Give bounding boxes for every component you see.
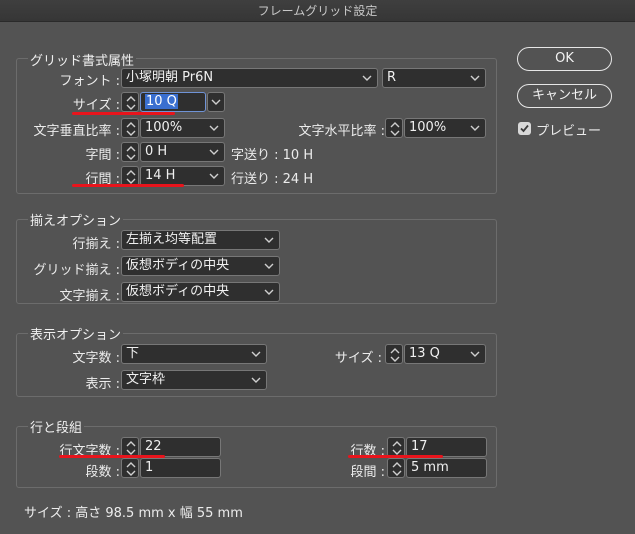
align-options-title: 揃えオプション xyxy=(28,210,124,229)
chars-per-line-stepper[interactable] xyxy=(121,437,139,457)
size-dropdown[interactable] xyxy=(207,92,225,112)
window-title: フレームグリッド設定 xyxy=(0,0,635,22)
hscale-select[interactable]: 100% xyxy=(404,118,486,138)
char-pitch-text: 字送り : 10 H xyxy=(231,148,314,163)
chevron-down-icon xyxy=(470,350,480,358)
hscale-value: 100% xyxy=(409,120,447,135)
line-gap-stepper[interactable] xyxy=(121,166,139,186)
char-gap-stepper[interactable] xyxy=(121,142,139,162)
gutter-input[interactable]: 5 mm xyxy=(406,458,487,478)
char-align-value: 仮想ボディの中央 xyxy=(126,284,230,299)
char-gap-value: 0 H xyxy=(145,144,168,159)
line-align-label: 行揃え : xyxy=(72,237,120,252)
preview-checkbox[interactable] xyxy=(518,122,531,135)
hscale-label: 文字水平比率 : xyxy=(298,124,385,139)
font-value: 小塚明朝 Pr6N xyxy=(126,70,214,85)
vscale-value: 100% xyxy=(145,120,183,135)
vscale-select[interactable]: 100% xyxy=(140,118,225,138)
stepper-arrows-icon xyxy=(125,95,137,111)
size-stepper[interactable] xyxy=(121,92,139,112)
chars-per-line-input[interactable]: 22 xyxy=(140,437,221,457)
gutter-label: 段間 : xyxy=(350,465,385,480)
font-style-value: R xyxy=(387,70,397,85)
grid-align-label: グリッド揃え : xyxy=(33,263,120,278)
line-gap-select[interactable]: 14 H xyxy=(140,166,225,186)
chevron-down-icon xyxy=(251,376,261,384)
frame-size-text: サイズ : 高さ 98.5 mm x 幅 55 mm xyxy=(24,506,243,521)
display-view-label: 表示 : xyxy=(85,377,120,392)
hscale-stepper[interactable] xyxy=(385,118,403,138)
rows-columns-title: 行と段組 xyxy=(28,417,85,436)
line-align-select[interactable]: 左揃え均等配置 xyxy=(121,230,280,250)
stepper-arrows-icon xyxy=(125,145,137,161)
stepper-arrows-icon xyxy=(391,461,403,477)
columns-stepper[interactable] xyxy=(121,458,139,478)
char-align-select[interactable]: 仮想ボディの中央 xyxy=(121,282,280,302)
stepper-arrows-icon xyxy=(391,440,403,456)
display-count-select[interactable]: 下 xyxy=(121,344,267,364)
line-pitch-text: 行送り : 24 H xyxy=(231,172,314,187)
display-view-value: 文字枠 xyxy=(126,372,166,387)
line-align-value: 左揃え均等配置 xyxy=(126,232,218,247)
line-count-stepper[interactable] xyxy=(387,437,405,457)
checkmark-icon xyxy=(520,124,529,133)
annotation-underline-size xyxy=(72,112,175,115)
grid-align-value: 仮想ボディの中央 xyxy=(126,258,230,273)
vscale-stepper[interactable] xyxy=(121,118,139,138)
chevron-down-icon xyxy=(470,74,480,82)
font-style-select[interactable]: R xyxy=(382,68,486,88)
preview-label: プレビュー xyxy=(536,124,602,139)
display-size-stepper[interactable] xyxy=(385,344,403,364)
ok-button[interactable]: OK xyxy=(517,47,612,71)
display-count-label: 文字数 : xyxy=(72,351,120,366)
line-gap-value: 14 H xyxy=(145,168,176,183)
font-select[interactable]: 小塚明朝 Pr6N xyxy=(121,68,378,88)
display-size-value: 13 Q xyxy=(409,346,440,361)
display-count-value: 下 xyxy=(126,346,140,361)
stepper-arrows-icon xyxy=(389,347,401,363)
chevron-down-icon xyxy=(362,74,372,82)
columns-input[interactable]: 1 xyxy=(140,458,221,478)
chevron-down-icon xyxy=(470,124,480,132)
stepper-arrows-icon xyxy=(125,461,137,477)
stepper-arrows-icon xyxy=(389,121,401,137)
size-label: サイズ : xyxy=(72,98,120,113)
char-gap-select[interactable]: 0 H xyxy=(140,142,225,162)
line-count-input[interactable]: 17 xyxy=(406,437,487,457)
chevron-down-icon xyxy=(211,98,221,106)
chevron-down-icon xyxy=(209,172,219,180)
annotation-underline-line-gap xyxy=(72,184,184,187)
chevron-down-icon xyxy=(251,350,261,358)
chevron-down-icon xyxy=(209,148,219,156)
stepper-arrows-icon xyxy=(125,121,137,137)
char-gap-label: 字間 : xyxy=(85,148,120,163)
columns-label: 段数 : xyxy=(85,465,120,480)
cancel-button[interactable]: キャンセル xyxy=(517,84,612,108)
display-size-label: サイズ : xyxy=(334,351,382,366)
grid-align-select[interactable]: 仮想ボディの中央 xyxy=(121,256,280,276)
gutter-stepper[interactable] xyxy=(387,458,405,478)
char-align-label: 文字揃え : xyxy=(59,289,120,304)
display-size-select[interactable]: 13 Q xyxy=(404,344,486,364)
stepper-arrows-icon xyxy=(125,169,137,185)
chevron-down-icon xyxy=(264,236,274,244)
chevron-down-icon xyxy=(264,288,274,296)
size-value: 10 Q xyxy=(145,94,178,109)
size-input[interactable]: 10 Q xyxy=(140,92,206,112)
display-view-select[interactable]: 文字枠 xyxy=(121,370,267,390)
grid-format-title: グリッド書式属性 xyxy=(28,50,137,69)
stepper-arrows-icon xyxy=(125,440,137,456)
display-options-title: 表示オプション xyxy=(28,324,124,343)
chevron-down-icon xyxy=(209,124,219,132)
vscale-label: 文字垂直比率 : xyxy=(33,124,120,139)
font-label: フォント : xyxy=(59,74,120,89)
chevron-down-icon xyxy=(264,262,274,270)
